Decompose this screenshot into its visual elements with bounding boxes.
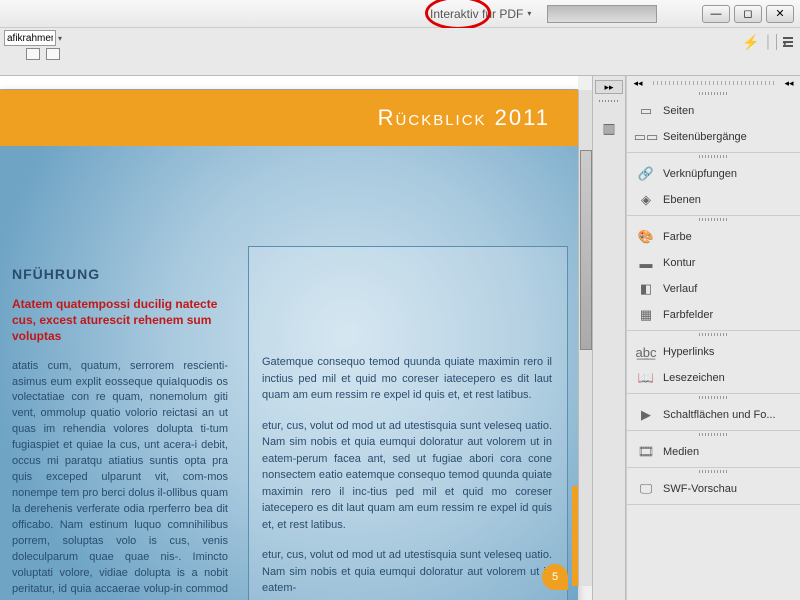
panel-group: 🎞 Medien bbox=[627, 431, 800, 468]
collapsed-panel-dock: ▸▸ ▥ bbox=[592, 76, 626, 600]
panel-group: 🖵 SWF-Vorschau bbox=[627, 468, 800, 505]
panel-menu-button[interactable]: ▾ bbox=[776, 34, 792, 50]
panels-grip[interactable] bbox=[653, 81, 774, 85]
panel-label: Medien bbox=[663, 446, 699, 458]
links-icon: 🔗 bbox=[637, 166, 655, 182]
hyperlinks-icon: a͟b͟c bbox=[637, 344, 655, 360]
maximize-button[interactable]: ◻ bbox=[734, 5, 762, 23]
control-bar: ▾ ⚡ | ▾ bbox=[0, 28, 800, 76]
library-icon[interactable]: ▥ bbox=[597, 116, 621, 140]
lead-paragraph: Atatem quatempossi ducilig natecte cus, … bbox=[12, 296, 228, 345]
workspace-label: Interaktiv für PDF bbox=[430, 7, 523, 21]
gradient-icon: ◧ bbox=[637, 281, 655, 297]
expand-dock-button[interactable]: ▸▸ bbox=[595, 80, 623, 94]
media-icon: 🎞 bbox=[637, 444, 655, 460]
option-icon-1[interactable] bbox=[26, 48, 40, 60]
collapse-panels-button-right[interactable]: ◂◂ bbox=[782, 77, 796, 89]
panel-label: Seiten bbox=[663, 105, 694, 117]
panel-label: Kontur bbox=[663, 257, 695, 269]
panel-seiten[interactable]: ▭ Seiten bbox=[627, 98, 800, 124]
panel-hyperlinks[interactable]: a͟b͟c Hyperlinks bbox=[627, 339, 800, 365]
panel-label: Farbfelder bbox=[663, 309, 713, 321]
bookmarks-icon: 📖 bbox=[637, 370, 655, 386]
background-image: NFÜHRUNG Atatem quatempossi ducilig nate… bbox=[0, 146, 578, 600]
quick-apply-icon[interactable]: ⚡ bbox=[742, 34, 759, 51]
panel-seiten-berg-nge[interactable]: ▭▭ Seitenübergänge bbox=[627, 124, 800, 150]
panel-verlauf[interactable]: ◧ Verlauf bbox=[627, 276, 800, 302]
collapse-panels-button[interactable]: ◂◂ bbox=[631, 77, 645, 89]
panel-group: 🎨 Farbe ▬ Kontur ◧ Verlauf ▦ Farbfelder bbox=[627, 216, 800, 331]
body-column-2: Gatemque consequo temod quunda quiate ma… bbox=[262, 354, 552, 600]
window-controls: — ◻ ✕ bbox=[702, 5, 800, 23]
panel-schaltfl-chen-und-fo-[interactable]: ▶ Schaltflächen und Fo... bbox=[627, 402, 800, 428]
panel-stack: ◂◂ ◂◂ ▭ Seiten ▭▭ Seitenübergänge 🔗 Verknüpfu… bbox=[626, 76, 800, 600]
panel-swf-vorschau[interactable]: 🖵 SWF-Vorschau bbox=[627, 476, 800, 502]
panel-label: Ebenen bbox=[663, 194, 701, 206]
dock-grip[interactable] bbox=[599, 100, 619, 106]
swatches-icon: ▦ bbox=[637, 307, 655, 323]
vertical-scrollbar[interactable] bbox=[578, 90, 592, 586]
page-banner: Rückblick 2011 bbox=[0, 90, 578, 146]
panel-label: Verknüpfungen bbox=[663, 168, 737, 180]
banner-title: Rückblick 2011 bbox=[378, 105, 550, 131]
search-input[interactable] bbox=[547, 5, 657, 23]
minimize-button[interactable]: — bbox=[702, 5, 730, 23]
transitions-icon: ▭▭ bbox=[637, 129, 655, 145]
panel-kontur[interactable]: ▬ Kontur bbox=[627, 250, 800, 276]
option-icon-2[interactable] bbox=[46, 48, 60, 60]
workspace-switcher[interactable]: Interaktiv für PDF ▾ bbox=[430, 7, 531, 21]
panel-ebenen[interactable]: ◈ Ebenen bbox=[627, 187, 800, 213]
frame-type-input[interactable] bbox=[4, 30, 56, 46]
panel-group: 🔗 Verknüpfungen ◈ Ebenen bbox=[627, 153, 800, 216]
buttons-icon: ▶ bbox=[637, 407, 655, 423]
stroke-icon: ▬ bbox=[637, 255, 655, 271]
chevron-down-icon: ▾ bbox=[527, 9, 531, 18]
ruler-horizontal bbox=[0, 76, 578, 90]
panel-label: Schaltflächen und Fo... bbox=[663, 409, 776, 421]
panel-farbfelder[interactable]: ▦ Farbfelder bbox=[627, 302, 800, 328]
titlebar: Interaktiv für PDF ▾ — ◻ ✕ bbox=[0, 0, 800, 28]
layers-icon: ◈ bbox=[637, 192, 655, 208]
section-heading: NFÜHRUNG bbox=[12, 266, 228, 282]
panel-lesezeichen[interactable]: 📖 Lesezeichen bbox=[627, 365, 800, 391]
panel-group: a͟b͟c Hyperlinks 📖 Lesezeichen bbox=[627, 331, 800, 394]
panel-label: Verlauf bbox=[663, 283, 697, 295]
panel-label: Hyperlinks bbox=[663, 346, 714, 358]
swf-icon: 🖵 bbox=[637, 481, 655, 497]
color-icon: 🎨 bbox=[637, 229, 655, 245]
page-number-badge: 5 bbox=[542, 564, 568, 590]
chevron-down-icon[interactable]: ▾ bbox=[58, 34, 62, 43]
panel-medien[interactable]: 🎞 Medien bbox=[627, 439, 800, 465]
pages-icon: ▭ bbox=[637, 103, 655, 119]
document-canvas[interactable]: Rückblick 2011 NFÜHRUNG Atatem quatempos… bbox=[0, 76, 592, 600]
panel-group: ▭ Seiten ▭▭ Seitenübergänge bbox=[627, 90, 800, 153]
panel-label: SWF-Vorschau bbox=[663, 483, 737, 495]
close-button[interactable]: ✕ bbox=[766, 5, 794, 23]
panel-label: Lesezeichen bbox=[663, 372, 725, 384]
panel-label: Farbe bbox=[663, 231, 692, 243]
page: Rückblick 2011 NFÜHRUNG Atatem quatempos… bbox=[0, 90, 578, 600]
body-column-1: atatis cum, quatum, serrorem rescienti-a… bbox=[12, 359, 228, 600]
panel-label: Seitenübergänge bbox=[663, 131, 747, 143]
panel-farbe[interactable]: 🎨 Farbe bbox=[627, 224, 800, 250]
scrollbar-thumb[interactable] bbox=[580, 150, 592, 350]
panel-group: ▶ Schaltflächen und Fo... bbox=[627, 394, 800, 431]
panel-verkn-pfungen[interactable]: 🔗 Verknüpfungen bbox=[627, 161, 800, 187]
